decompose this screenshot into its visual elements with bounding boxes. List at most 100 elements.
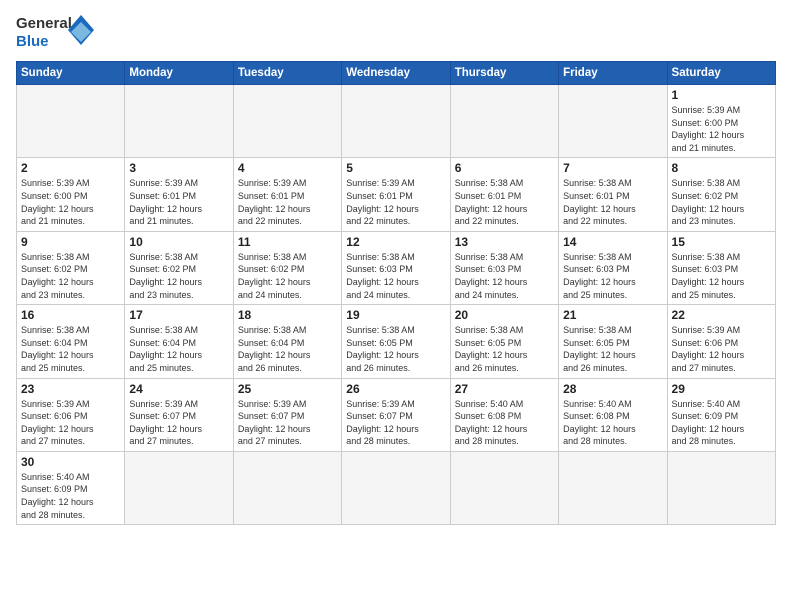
day-info: Sunrise: 5:39 AM Sunset: 6:06 PM Dayligh… <box>672 324 771 374</box>
calendar-cell: 21 Sunrise: 5:38 AM Sunset: 6:05 PM Dayli… <box>559 305 667 378</box>
svg-text:General: General <box>16 15 72 32</box>
calendar-week-2: 9 Sunrise: 5:38 AM Sunset: 6:02 PM Daylig… <box>17 231 776 304</box>
day-number: 17 <box>129 308 228 322</box>
day-number: 23 <box>21 382 120 396</box>
day-header-tuesday: Tuesday <box>233 62 341 85</box>
day-number: 12 <box>346 235 445 249</box>
day-number: 21 <box>563 308 662 322</box>
calendar-cell: 2Sunrise: 5:39 AM Sunset: 6:00 PM Daylig… <box>17 158 125 231</box>
calendar-cell: 3Sunrise: 5:39 AM Sunset: 6:01 PM Daylig… <box>125 158 233 231</box>
day-info: Sunrise: 5:40 AM Sunset: 6:08 PM Dayligh… <box>455 398 554 448</box>
calendar-cell: 16 Sunrise: 5:38 AM Sunset: 6:04 PM Dayli… <box>17 305 125 378</box>
day-header-monday: Monday <box>125 62 233 85</box>
day-number: 11 <box>238 235 337 249</box>
calendar-cell: 30 Sunrise: 5:40 AM Sunset: 6:09 PM Dayli… <box>17 451 125 524</box>
day-number: 29 <box>672 382 771 396</box>
day-header-sunday: Sunday <box>17 62 125 85</box>
calendar-cell: 18 Sunrise: 5:38 AM Sunset: 6:04 PM Dayli… <box>233 305 341 378</box>
day-info: Sunrise: 5:38 AM Sunset: 6:04 PM Dayligh… <box>238 324 337 374</box>
calendar-cell <box>125 451 233 524</box>
day-number: 25 <box>238 382 337 396</box>
day-number: 26 <box>346 382 445 396</box>
day-info: Sunrise: 5:38 AM Sunset: 6:04 PM Dayligh… <box>21 324 120 374</box>
day-number: 16 <box>21 308 120 322</box>
svg-text:Blue: Blue <box>16 33 49 50</box>
calendar-cell <box>450 451 558 524</box>
day-info: Sunrise: 5:39 AM Sunset: 6:07 PM Dayligh… <box>346 398 445 448</box>
calendar-cell: 24Sunrise: 5:39 AM Sunset: 6:07 PM Dayli… <box>125 378 233 451</box>
calendar-cell: 7 Sunrise: 5:38 AM Sunset: 6:01 PM Daylig… <box>559 158 667 231</box>
logo: GeneralBlue <box>16 10 96 55</box>
day-header-row: SundayMondayTuesdayWednesdayThursdayFrid… <box>17 62 776 85</box>
day-info: Sunrise: 5:39 AM Sunset: 6:01 PM Dayligh… <box>238 177 337 227</box>
day-info: Sunrise: 5:38 AM Sunset: 6:05 PM Dayligh… <box>346 324 445 374</box>
day-info: Sunrise: 5:38 AM Sunset: 6:02 PM Dayligh… <box>129 251 228 301</box>
calendar-cell: 14 Sunrise: 5:38 AM Sunset: 6:03 PM Dayli… <box>559 231 667 304</box>
day-info: Sunrise: 5:38 AM Sunset: 6:02 PM Dayligh… <box>672 177 771 227</box>
day-header-saturday: Saturday <box>667 62 775 85</box>
day-number: 4 <box>238 161 337 175</box>
calendar-cell <box>125 85 233 158</box>
day-info: Sunrise: 5:38 AM Sunset: 6:03 PM Dayligh… <box>346 251 445 301</box>
day-info: Sunrise: 5:38 AM Sunset: 6:05 PM Dayligh… <box>563 324 662 374</box>
day-info: Sunrise: 5:39 AM Sunset: 6:07 PM Dayligh… <box>238 398 337 448</box>
day-number: 2 <box>21 161 120 175</box>
calendar-cell: 10 Sunrise: 5:38 AM Sunset: 6:02 PM Dayli… <box>125 231 233 304</box>
calendar-cell: 17Sunrise: 5:38 AM Sunset: 6:04 PM Dayli… <box>125 305 233 378</box>
calendar-cell: 8Sunrise: 5:38 AM Sunset: 6:02 PM Daylig… <box>667 158 775 231</box>
calendar-cell <box>17 85 125 158</box>
day-header-friday: Friday <box>559 62 667 85</box>
calendar-cell: 25 Sunrise: 5:39 AM Sunset: 6:07 PM Dayli… <box>233 378 341 451</box>
calendar-cell: 4 Sunrise: 5:39 AM Sunset: 6:01 PM Daylig… <box>233 158 341 231</box>
calendar-cell: 19Sunrise: 5:38 AM Sunset: 6:05 PM Dayli… <box>342 305 450 378</box>
header: GeneralBlue <box>16 10 776 55</box>
calendar-cell <box>342 451 450 524</box>
day-number: 18 <box>238 308 337 322</box>
logo-svg: GeneralBlue <box>16 10 96 55</box>
day-number: 1 <box>672 88 771 102</box>
day-info: Sunrise: 5:38 AM Sunset: 6:03 PM Dayligh… <box>563 251 662 301</box>
calendar-cell: 15Sunrise: 5:38 AM Sunset: 6:03 PM Dayli… <box>667 231 775 304</box>
day-info: Sunrise: 5:38 AM Sunset: 6:01 PM Dayligh… <box>455 177 554 227</box>
day-header-wednesday: Wednesday <box>342 62 450 85</box>
page: GeneralBlue SundayMondayTuesdayWednesday… <box>0 0 792 612</box>
calendar-cell: 1 Sunrise: 5:39 AM Sunset: 6:00 PM Daylig… <box>667 85 775 158</box>
calendar-cell: 6 Sunrise: 5:38 AM Sunset: 6:01 PM Daylig… <box>450 158 558 231</box>
day-info: Sunrise: 5:40 AM Sunset: 6:08 PM Dayligh… <box>563 398 662 448</box>
day-number: 14 <box>563 235 662 249</box>
day-info: Sunrise: 5:39 AM Sunset: 6:06 PM Dayligh… <box>21 398 120 448</box>
calendar-cell: 29Sunrise: 5:40 AM Sunset: 6:09 PM Dayli… <box>667 378 775 451</box>
calendar-cell <box>233 451 341 524</box>
day-number: 13 <box>455 235 554 249</box>
day-number: 20 <box>455 308 554 322</box>
day-info: Sunrise: 5:38 AM Sunset: 6:03 PM Dayligh… <box>672 251 771 301</box>
calendar-cell: 23 Sunrise: 5:39 AM Sunset: 6:06 PM Dayli… <box>17 378 125 451</box>
day-number: 6 <box>455 161 554 175</box>
day-number: 10 <box>129 235 228 249</box>
day-info: Sunrise: 5:39 AM Sunset: 6:00 PM Dayligh… <box>672 104 771 154</box>
day-info: Sunrise: 5:39 AM Sunset: 6:01 PM Dayligh… <box>129 177 228 227</box>
calendar-week-4: 23 Sunrise: 5:39 AM Sunset: 6:06 PM Dayli… <box>17 378 776 451</box>
calendar-cell: 13Sunrise: 5:38 AM Sunset: 6:03 PM Dayli… <box>450 231 558 304</box>
calendar-cell: 20Sunrise: 5:38 AM Sunset: 6:05 PM Dayli… <box>450 305 558 378</box>
calendar-cell: 5Sunrise: 5:39 AM Sunset: 6:01 PM Daylig… <box>342 158 450 231</box>
day-header-thursday: Thursday <box>450 62 558 85</box>
calendar-week-3: 16 Sunrise: 5:38 AM Sunset: 6:04 PM Dayli… <box>17 305 776 378</box>
calendar-week-0: 1 Sunrise: 5:39 AM Sunset: 6:00 PM Daylig… <box>17 85 776 158</box>
day-number: 22 <box>672 308 771 322</box>
day-info: Sunrise: 5:40 AM Sunset: 6:09 PM Dayligh… <box>21 471 120 521</box>
day-number: 9 <box>21 235 120 249</box>
calendar-cell: 11Sunrise: 5:38 AM Sunset: 6:02 PM Dayli… <box>233 231 341 304</box>
day-number: 24 <box>129 382 228 396</box>
day-info: Sunrise: 5:38 AM Sunset: 6:01 PM Dayligh… <box>563 177 662 227</box>
calendar-body: 1 Sunrise: 5:39 AM Sunset: 6:00 PM Daylig… <box>17 85 776 525</box>
calendar-cell: 9 Sunrise: 5:38 AM Sunset: 6:02 PM Daylig… <box>17 231 125 304</box>
calendar-cell <box>450 85 558 158</box>
calendar-cell: 22 Sunrise: 5:39 AM Sunset: 6:06 PM Dayli… <box>667 305 775 378</box>
calendar-cell: 27 Sunrise: 5:40 AM Sunset: 6:08 PM Dayli… <box>450 378 558 451</box>
day-number: 7 <box>563 161 662 175</box>
day-number: 27 <box>455 382 554 396</box>
day-info: Sunrise: 5:38 AM Sunset: 6:02 PM Dayligh… <box>21 251 120 301</box>
calendar-header: SundayMondayTuesdayWednesdayThursdayFrid… <box>17 62 776 85</box>
day-number: 30 <box>21 455 120 469</box>
